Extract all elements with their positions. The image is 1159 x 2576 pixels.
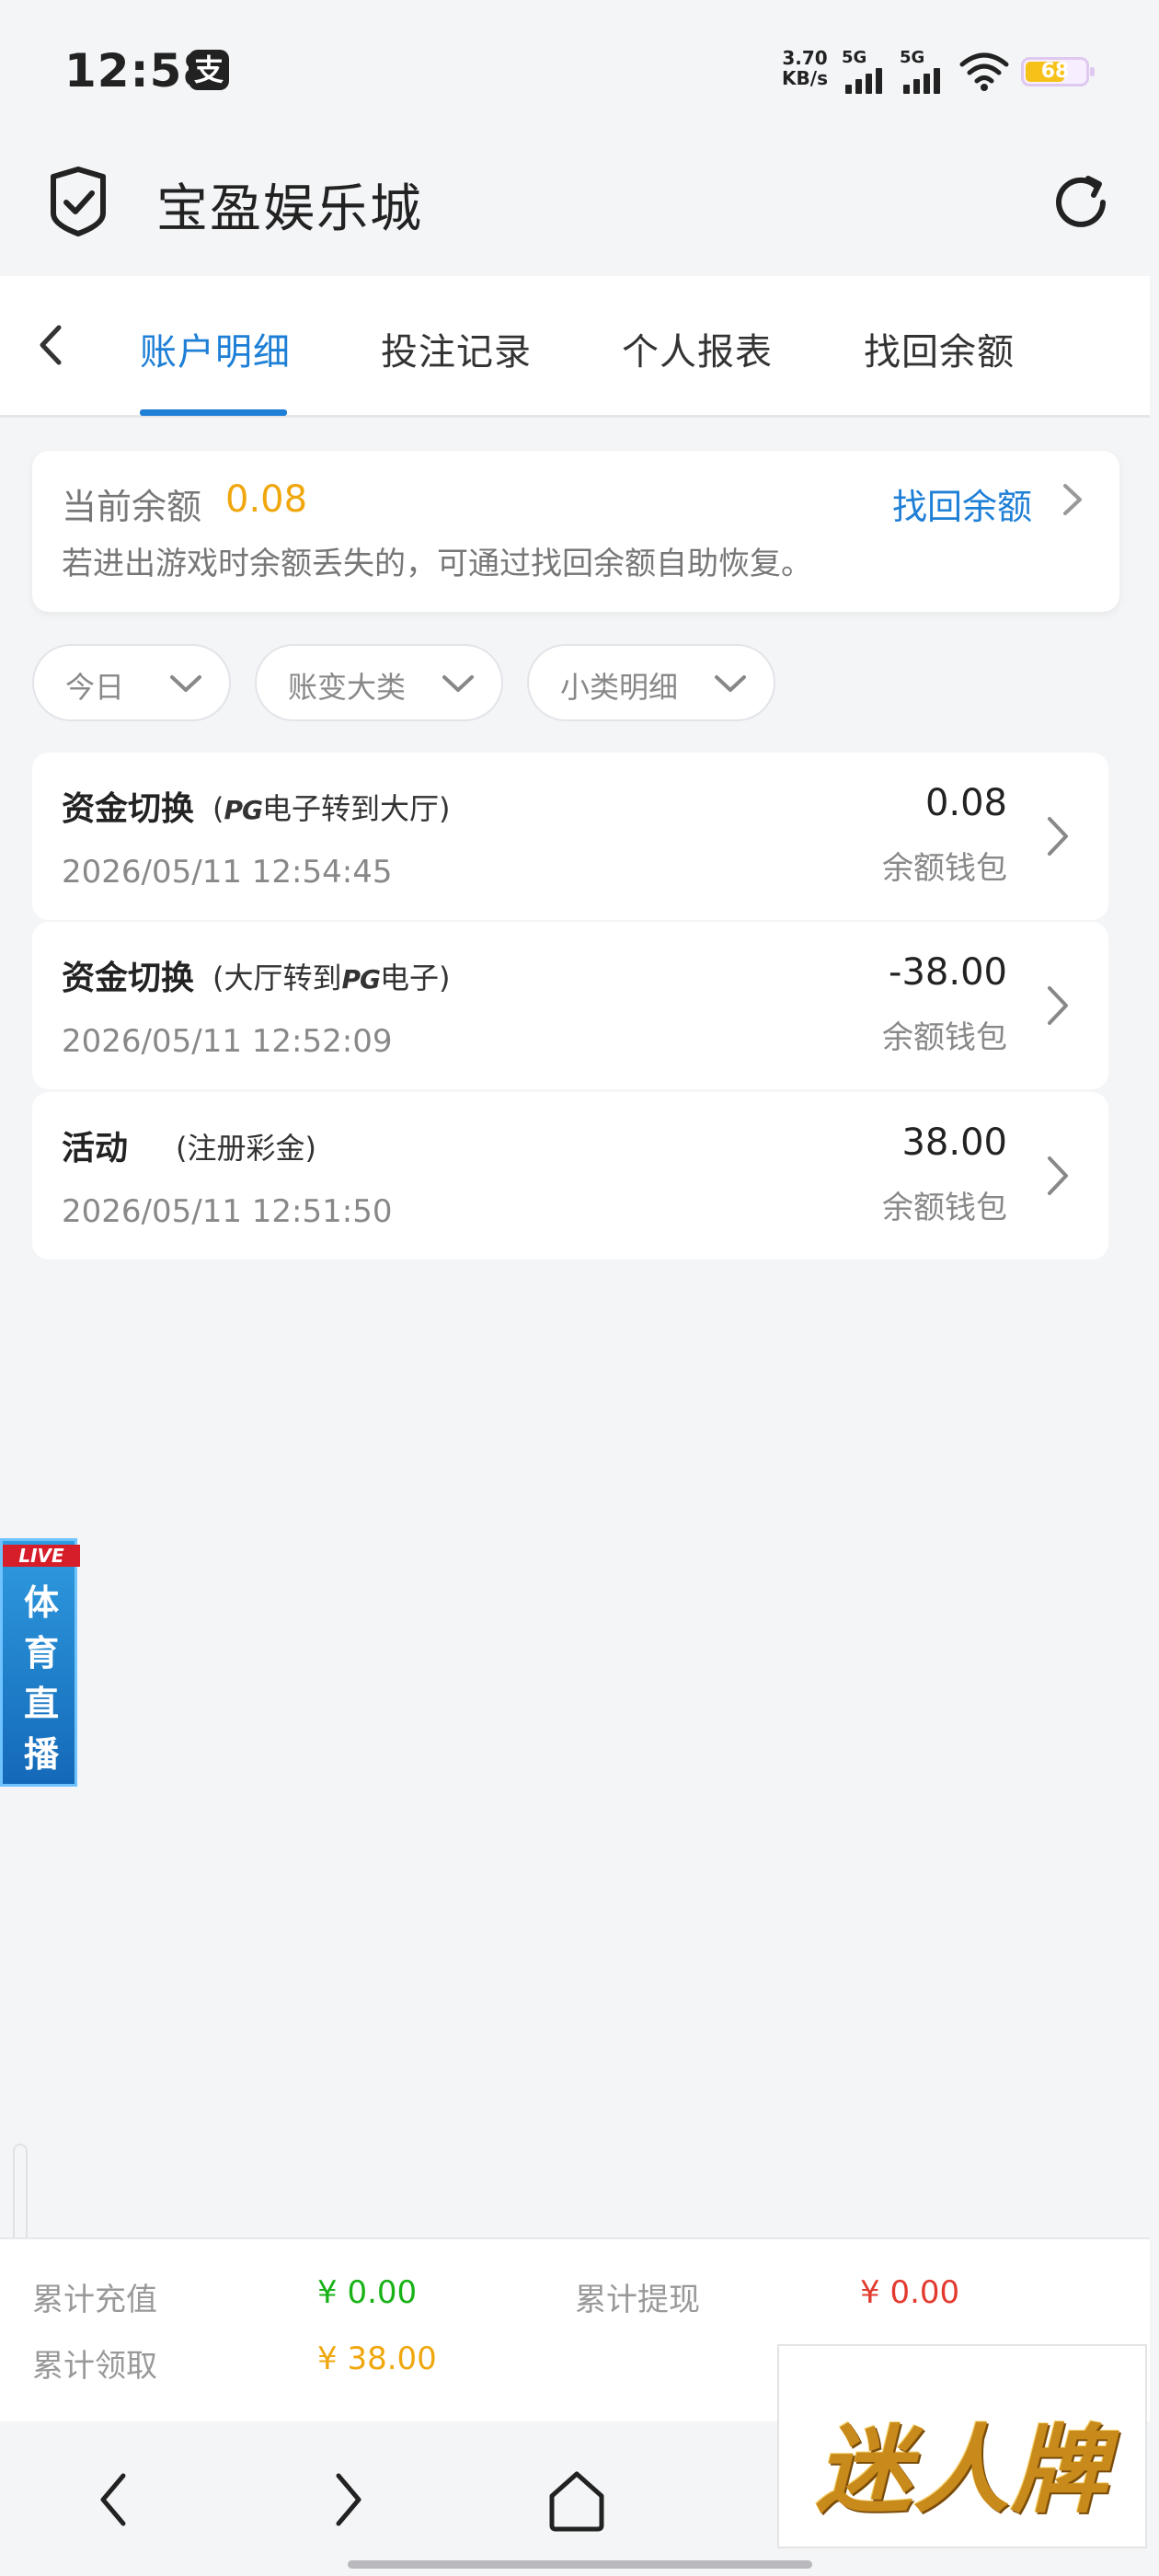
transaction-amount: -38.00	[889, 951, 1007, 994]
live-label: LIVE	[3, 1545, 80, 1567]
signal-2-label: 5G	[900, 48, 925, 67]
nav-home-icon[interactable]	[545, 2463, 609, 2536]
chevron-right-icon[interactable]	[1042, 811, 1073, 861]
tab-account-details[interactable]: 账户明细	[140, 322, 291, 375]
signal-1-label: 5G	[842, 48, 867, 67]
chevron-right-icon[interactable]	[1042, 1151, 1073, 1201]
pg-logo-icon: PG	[341, 964, 382, 995]
filter-date[interactable]: 今日	[32, 644, 231, 721]
transaction-date: 2026/05/11 12:51:50	[62, 1193, 393, 1230]
balance-label: 当前余额	[62, 487, 202, 527]
transaction-date: 2026/05/11 12:54:45	[62, 854, 393, 891]
chevron-down-icon	[715, 675, 746, 692]
network-speed-unit: KB/s	[782, 67, 828, 89]
transaction-wallet: 余额钱包	[882, 1190, 1007, 1226]
tab-recover-balance[interactable]: 找回余额	[864, 322, 1015, 375]
transaction-wallet: 余额钱包	[882, 850, 1007, 887]
transaction-row[interactable]: 资金切换 (PG电子转到大厅) 2026/05/11 12:54:45 0.08…	[32, 753, 1108, 920]
recover-balance-link[interactable]: 找回余额	[892, 478, 1032, 529]
transaction-amount: 0.08	[924, 782, 1007, 824]
filter-category-label: 账变大类	[288, 670, 407, 705]
back-chevron-icon[interactable]	[28, 313, 74, 377]
total-withdraw-value: ¥ 0.00	[860, 2274, 960, 2311]
network-speed-value: 3.70	[782, 47, 828, 69]
refresh-icon[interactable]	[1044, 166, 1118, 239]
live-sports-text: 体育直播	[23, 1582, 59, 1775]
transaction-amount: 38.00	[901, 1121, 1007, 1164]
chevron-down-icon	[170, 675, 201, 692]
active-tab-indicator	[140, 409, 287, 416]
shield-check-icon[interactable]	[46, 166, 110, 239]
total-recharge-label: 累计充值	[32, 2282, 157, 2318]
total-claim-value: ¥ 38.00	[317, 2340, 437, 2377]
battery-icon: 68	[1021, 57, 1095, 86]
home-indicator[interactable]	[348, 2560, 812, 2569]
transaction-date: 2026/05/11 12:52:09	[62, 1023, 393, 1060]
signal-1-icon: 5G	[842, 48, 893, 94]
nav-forward-icon[interactable]	[315, 2463, 379, 2536]
watermark-logo-text: 迷人牌	[815, 2414, 1108, 2526]
tab-bar: 账户明细 投注记录 个人报表 找回余额	[0, 276, 1150, 418]
network-speed: 3.70 KB/s	[777, 48, 832, 88]
tab-personal-report[interactable]: 个人报表	[622, 322, 773, 375]
filter-category[interactable]: 账变大类	[255, 644, 503, 721]
transaction-subtype: (大厅转到PG电子)	[212, 960, 451, 995]
alipay-icon: 支	[189, 50, 229, 90]
chevron-down-icon	[442, 675, 474, 692]
balance-value: 0.08	[225, 478, 308, 521]
pg-logo-icon: PG	[224, 795, 263, 825]
live-sports-badge[interactable]: LIVE 体育直播	[0, 1538, 80, 1787]
transaction-subtype: (PG电子转到大厅)	[212, 791, 451, 826]
filter-subcategory[interactable]: 小类明细	[527, 644, 775, 721]
transaction-type: 资金切换	[62, 960, 195, 997]
browser-nav-bar	[0, 2421, 777, 2576]
total-withdraw-label: 累计提现	[575, 2282, 700, 2318]
status-bar: 12:58 支 3.70 KB/s 5G 5G 68	[0, 0, 1159, 138]
total-claim-label: 累计领取	[32, 2348, 157, 2385]
balance-tip: 若进出游戏时余额丢失的，可通过找回余额自助恢复。	[62, 546, 812, 582]
tab-bet-records[interactable]: 投注记录	[381, 322, 532, 375]
chevron-right-icon[interactable]	[1042, 981, 1073, 1030]
app-title: 宝盈娱乐城	[156, 179, 423, 239]
balance-card: 当前余额 0.08 找回余额 若进出游戏时余额丢失的，可通过找回余额自助恢复。	[32, 451, 1119, 612]
total-recharge-value: ¥ 0.00	[317, 2274, 418, 2311]
filter-date-label: 今日	[65, 670, 125, 705]
transaction-row[interactable]: 资金切换 (大厅转到PG电子) 2026/05/11 12:52:09 -38.…	[32, 922, 1108, 1089]
watermark-logo: 迷人牌	[777, 2344, 1147, 2548]
signal-2-icon: 5G	[900, 48, 951, 94]
app-header: 宝盈娱乐城	[0, 138, 1159, 276]
filter-subcategory-label: 小类明细	[560, 670, 679, 705]
chevron-right-icon[interactable]	[1056, 477, 1087, 523]
transaction-wallet: 余额钱包	[882, 1019, 1007, 1056]
transaction-type: 资金切换	[62, 790, 195, 828]
wifi-icon	[959, 52, 1009, 91]
transaction-row[interactable]: 活动 (注册彩金) 2026/05/11 12:51:50 38.00 余额钱包	[32, 1092, 1108, 1259]
nav-back-icon[interactable]	[83, 2463, 147, 2536]
transaction-type: 活动	[62, 1130, 129, 1167]
battery-level: 68	[1040, 60, 1070, 83]
transaction-subtype: (注册彩金)	[176, 1131, 316, 1166]
